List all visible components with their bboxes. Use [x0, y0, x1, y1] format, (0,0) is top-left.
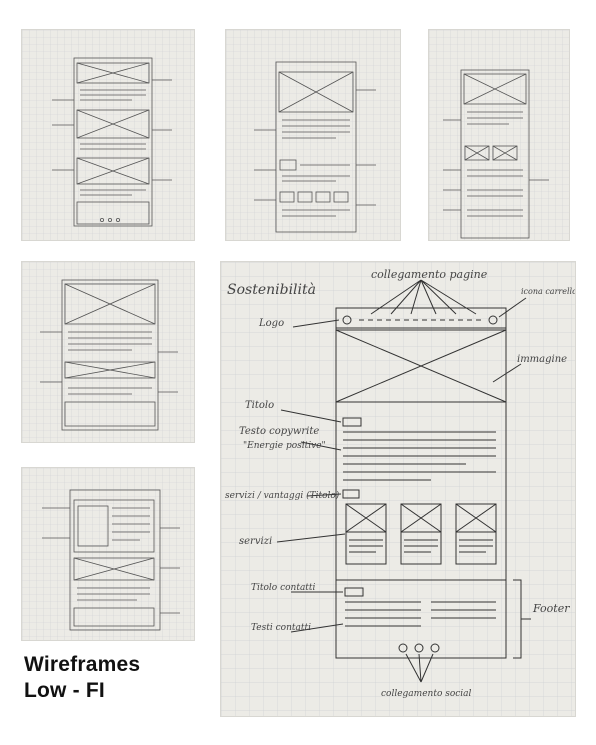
thumbnail-services-wireframe [226, 30, 400, 240]
note-logo: Logo [258, 318, 284, 329]
page-title: Sostenibilità [227, 282, 316, 298]
large-sketch-sustainability: Sostenibilità collegamento pagine icona … [221, 262, 575, 716]
detail-wireframe-sketch [22, 262, 194, 442]
services-wireframe-sketch [226, 30, 400, 240]
note-image: immagine [517, 354, 567, 365]
thumbnail-detail-wireframe [22, 262, 194, 442]
thumbnail-home-wireframe [22, 30, 194, 240]
note-services: servizi [239, 536, 272, 547]
caption-line-1: Wireframes [24, 653, 141, 676]
note-cart-icon: icona carrello [521, 287, 575, 296]
note-copy-quote: "Energie positive" [243, 441, 326, 451]
home-wireframe-sketch [22, 30, 194, 240]
note-social-links: collegamento social [381, 689, 472, 699]
thumbnail-listing-wireframe [429, 30, 569, 240]
listing-wireframe-sketch [429, 30, 569, 240]
note-copy-text: Testo copywrite [239, 426, 319, 437]
form-wireframe-sketch [22, 468, 194, 640]
thumbnail-form-wireframe [22, 468, 194, 640]
sustainability-wireframe-sketch: Sostenibilità collegamento pagine icona … [221, 262, 575, 716]
note-contact-title: Titolo contatti [251, 583, 316, 593]
caption-line-2: Low - FI [24, 679, 105, 702]
note-contact-text: Testi contatti [251, 623, 311, 633]
caption: Wireframes Low - FI [24, 652, 140, 704]
note-title: Titolo [245, 400, 274, 411]
note-footer: Footer [532, 602, 570, 615]
note-services-title: servizi / vantaggi (Titolo) [225, 490, 340, 501]
note-page-links: collegamento pagine [371, 268, 488, 281]
